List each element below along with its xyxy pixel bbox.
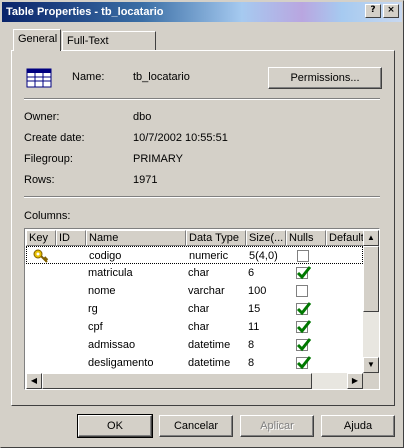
checkmark-icon bbox=[296, 302, 312, 316]
table-row[interactable]: codigo numeric 5(4,0) bbox=[26, 246, 363, 264]
column-name-cell: cpf bbox=[88, 321, 103, 333]
table-row[interactable]: rg char 15 bbox=[26, 300, 363, 318]
data-type-cell: varchar bbox=[188, 285, 225, 297]
filegroup-value: PRIMARY bbox=[133, 153, 183, 165]
separator bbox=[24, 196, 380, 198]
column-name-cell: nome bbox=[88, 285, 116, 297]
checkmark-icon bbox=[296, 356, 312, 370]
help-button[interactable]: Ajuda bbox=[321, 415, 395, 437]
checkmark-icon bbox=[296, 338, 312, 352]
column-header-id[interactable]: ID bbox=[56, 230, 86, 246]
name-label: Name: bbox=[72, 71, 105, 83]
checkmark-icon bbox=[296, 320, 312, 334]
scrollbar-corner bbox=[363, 373, 379, 389]
vertical-scrollbar[interactable]: ▲ ▼ bbox=[363, 230, 379, 373]
table-row[interactable]: desligamento datetime 8 bbox=[26, 354, 363, 372]
column-header-nulls[interactable]: Nulls bbox=[286, 230, 326, 246]
size-cell: 8 bbox=[248, 357, 255, 369]
data-type-cell: char bbox=[188, 303, 210, 315]
ok-button[interactable]: OK bbox=[77, 414, 153, 438]
scroll-down-button[interactable]: ▼ bbox=[363, 357, 379, 373]
table-row[interactable]: cpf char 11 bbox=[26, 318, 363, 336]
columns-grid[interactable]: Key ID Name Data Type Size(... Nulls Def… bbox=[24, 228, 380, 390]
nulls-checkbox[interactable] bbox=[296, 302, 312, 316]
nulls-checkbox[interactable] bbox=[296, 338, 312, 352]
data-type-cell: numeric bbox=[189, 250, 229, 262]
column-header-key[interactable]: Key bbox=[26, 230, 56, 246]
scroll-right-button[interactable]: ▶ bbox=[347, 373, 363, 389]
primary-key-icon bbox=[33, 249, 49, 263]
column-header-size[interactable]: Size(... bbox=[246, 230, 286, 246]
scroll-up-button[interactable]: ▲ bbox=[363, 230, 379, 246]
table-row[interactable]: nome varchar 100 bbox=[26, 282, 363, 300]
nulls-checkbox[interactable] bbox=[296, 285, 308, 297]
table-row[interactable]: admissao datetime 8 bbox=[26, 336, 363, 354]
nulls-checkbox[interactable] bbox=[296, 320, 312, 334]
rows-label: Rows: bbox=[24, 174, 55, 186]
size-cell: 8 bbox=[248, 339, 255, 351]
scroll-left-button[interactable]: ◀ bbox=[26, 373, 42, 389]
size-cell: 5(4,0) bbox=[249, 250, 278, 262]
horizontal-scroll-thumb[interactable] bbox=[42, 373, 312, 389]
nulls-checkbox[interactable] bbox=[297, 250, 309, 262]
create-date-label: Create date: bbox=[24, 132, 85, 144]
rows-value: 1971 bbox=[133, 174, 158, 186]
apply-button[interactable]: Aplicar bbox=[240, 415, 314, 437]
cancel-button[interactable]: Cancelar bbox=[159, 415, 233, 437]
columns-label: Columns: bbox=[24, 210, 71, 222]
table-row[interactable]: matricula char 6 bbox=[26, 264, 363, 282]
size-cell: 11 bbox=[248, 321, 260, 333]
size-cell: 15 bbox=[248, 303, 261, 315]
horizontal-scrollbar[interactable]: ◀ ▶ bbox=[26, 373, 363, 389]
column-name-cell: admissao bbox=[88, 339, 136, 351]
data-type-cell: char bbox=[188, 321, 210, 333]
checkmark-icon bbox=[296, 266, 312, 280]
size-cell: 6 bbox=[248, 267, 255, 279]
filegroup-label: Filegroup: bbox=[24, 153, 73, 165]
table-icon bbox=[26, 68, 52, 88]
dialog-content: Name: tb_locatario Permissions... Owner:… bbox=[0, 0, 404, 448]
column-header-default[interactable]: Default bbox=[326, 230, 363, 246]
owner-label: Owner: bbox=[24, 111, 60, 123]
vertical-scroll-thumb[interactable] bbox=[363, 246, 379, 312]
column-header-data-type[interactable]: Data Type bbox=[186, 230, 246, 246]
column-name-cell: rg bbox=[88, 303, 98, 315]
separator bbox=[24, 98, 380, 100]
owner-value: dbo bbox=[133, 111, 152, 123]
name-value: tb_locatario bbox=[133, 71, 190, 83]
column-name-cell: matricula bbox=[88, 267, 133, 279]
column-name-cell: codigo bbox=[89, 250, 122, 262]
column-header-name[interactable]: Name bbox=[86, 230, 186, 246]
data-type-cell: datetime bbox=[188, 339, 231, 351]
nulls-checkbox[interactable] bbox=[296, 356, 312, 370]
nulls-checkbox[interactable] bbox=[296, 266, 312, 280]
column-name-cell: desligamento bbox=[88, 357, 154, 369]
create-date-value: 10/7/2002 10:55:51 bbox=[133, 132, 228, 144]
size-cell: 100 bbox=[248, 285, 267, 297]
grid-body: Key ID Name Data Type Size(... Nulls Def… bbox=[26, 230, 363, 373]
data-type-cell: char bbox=[188, 267, 210, 279]
permissions-button[interactable]: Permissions... bbox=[268, 67, 382, 89]
data-type-cell: datetime bbox=[188, 357, 231, 369]
